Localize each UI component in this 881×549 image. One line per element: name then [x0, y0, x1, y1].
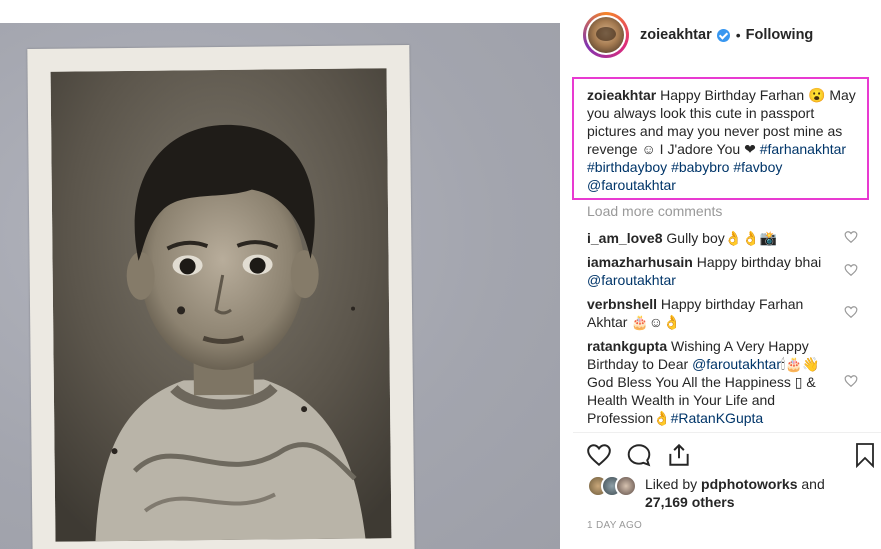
hashtag-link[interactable]: #RatanKGupta	[671, 410, 764, 426]
comment-text: Gully boy👌👌📸	[662, 230, 778, 246]
caption-username[interactable]: zoieakhtar	[587, 87, 656, 103]
small-heart-icon[interactable]	[844, 305, 858, 319]
comment-username[interactable]: iamazharhusain	[587, 254, 693, 270]
comment-icon[interactable]	[626, 442, 652, 468]
load-more-comments-button[interactable]: Load more comments	[587, 203, 722, 219]
profile-avatar[interactable]	[583, 12, 629, 58]
liker-avatars[interactable]	[587, 475, 639, 499]
hashtag-link[interactable]: #favboy	[733, 159, 782, 175]
post-header: zoieakhtar • Following	[583, 12, 873, 58]
bookmark-icon[interactable]	[853, 442, 877, 468]
hashtag-link[interactable]: #birthdayboy	[587, 159, 667, 175]
comment-item: i_am_love8 Gully boy👌👌📸	[587, 229, 837, 247]
small-heart-icon[interactable]	[844, 263, 858, 277]
post-timestamp[interactable]: 1 DAY AGO	[587, 520, 642, 531]
mention-link[interactable]: @faroutakhtar	[587, 272, 676, 288]
share-icon[interactable]	[666, 442, 692, 468]
vintage-passport-photo	[27, 45, 415, 549]
comment-item: verbnshell Happy birthday Farhan Akhtar …	[587, 295, 837, 331]
comment-username[interactable]: ratankgupta	[587, 338, 667, 354]
heart-icon[interactable]	[586, 442, 612, 468]
likes-count[interactable]: 27,169 others	[645, 494, 735, 510]
hashtag-link[interactable]: #babybro	[671, 159, 729, 175]
comment-username[interactable]: verbnshell	[587, 296, 657, 312]
post-photo[interactable]	[0, 23, 560, 549]
comment-item: iamazharhusain Happy birthday bhai @faro…	[587, 253, 837, 289]
mention-link[interactable]: @faroutakhtar	[587, 177, 676, 193]
small-heart-icon[interactable]	[844, 374, 858, 388]
liker-username[interactable]: pdphotoworks	[701, 476, 797, 492]
liker-avatar	[615, 475, 637, 497]
small-heart-icon[interactable]	[844, 230, 858, 244]
likes-middle: and	[797, 476, 825, 492]
separator-dot: •	[735, 27, 741, 43]
child-portrait-image	[50, 68, 392, 542]
post-username[interactable]: zoieakhtar	[640, 27, 712, 43]
comment-username[interactable]: i_am_love8	[587, 230, 663, 246]
likes-summary: Liked by pdphotoworks and 27,169 others	[587, 475, 835, 511]
mention-link[interactable]: @faroutakhtar	[692, 356, 781, 372]
verified-badge-icon	[716, 28, 730, 42]
avatar-image	[588, 17, 624, 53]
likes-prefix: Liked by	[645, 476, 702, 492]
following-button[interactable]: Following	[746, 27, 814, 43]
comment-item: ratankgupta Wishing A Very Happy Birthda…	[587, 337, 837, 427]
hashtag-link[interactable]: #farhanakhtar	[760, 141, 846, 157]
section-divider	[573, 432, 881, 433]
likes-text: Liked by pdphotoworks and 27,169 others	[645, 475, 835, 511]
post-caption: zoieakhtar Happy Birthday Farhan 😮 May y…	[587, 86, 857, 194]
comment-text: Happy birthday bhai	[692, 254, 822, 270]
